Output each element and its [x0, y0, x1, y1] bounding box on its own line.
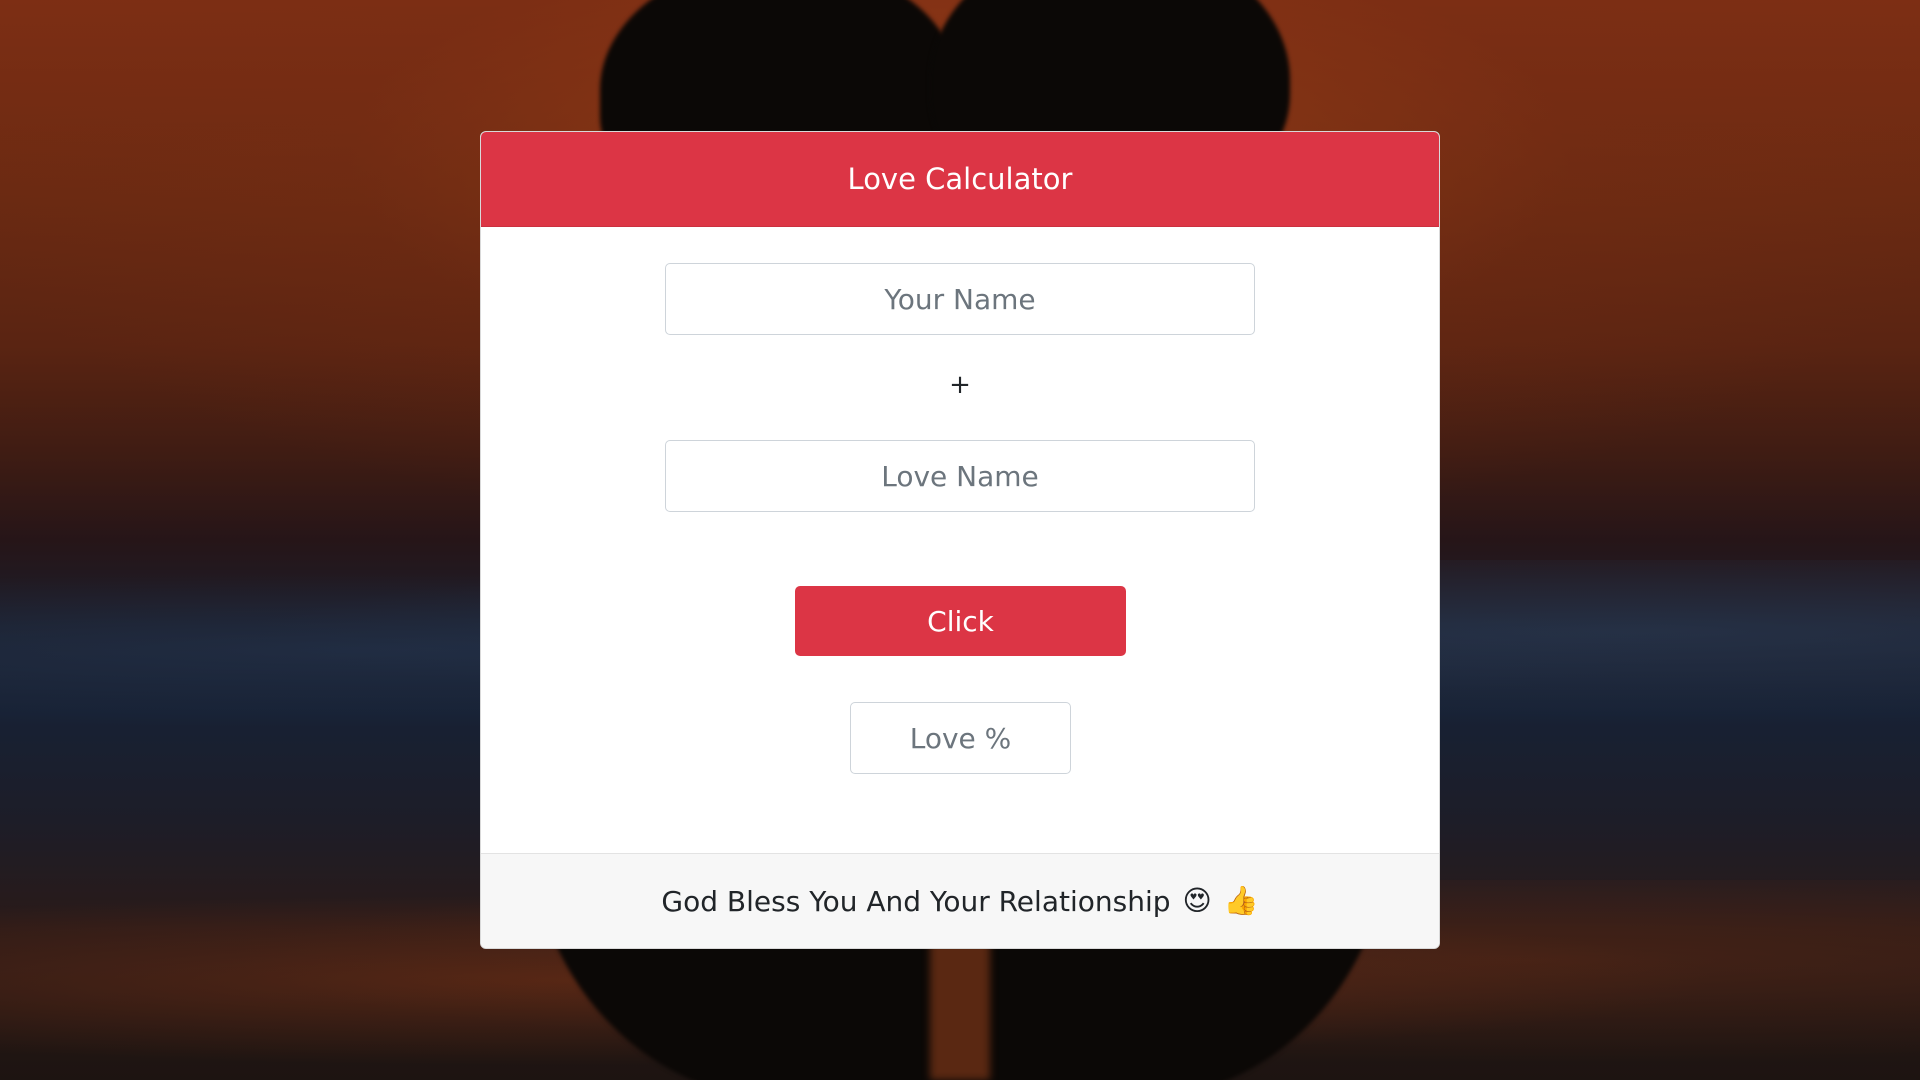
thumbs-up-icon: 👍	[1223, 884, 1259, 917]
card-footer: God Bless You And Your Relationship 😍 👍	[481, 853, 1439, 948]
footer-message: God Bless You And Your Relationship	[661, 884, 1171, 918]
plus-sign: +	[949, 370, 971, 400]
calculate-button[interactable]: Click	[795, 586, 1126, 656]
your-name-input[interactable]	[665, 263, 1255, 335]
heart-eyes-icon: 😍	[1182, 884, 1212, 917]
love-calculator-card: Love Calculator + Click God Bless You An…	[480, 131, 1440, 949]
love-name-input[interactable]	[665, 440, 1255, 512]
card-header: Love Calculator	[481, 132, 1439, 227]
love-percent-output[interactable]	[850, 702, 1071, 774]
card-title: Love Calculator	[847, 162, 1073, 196]
